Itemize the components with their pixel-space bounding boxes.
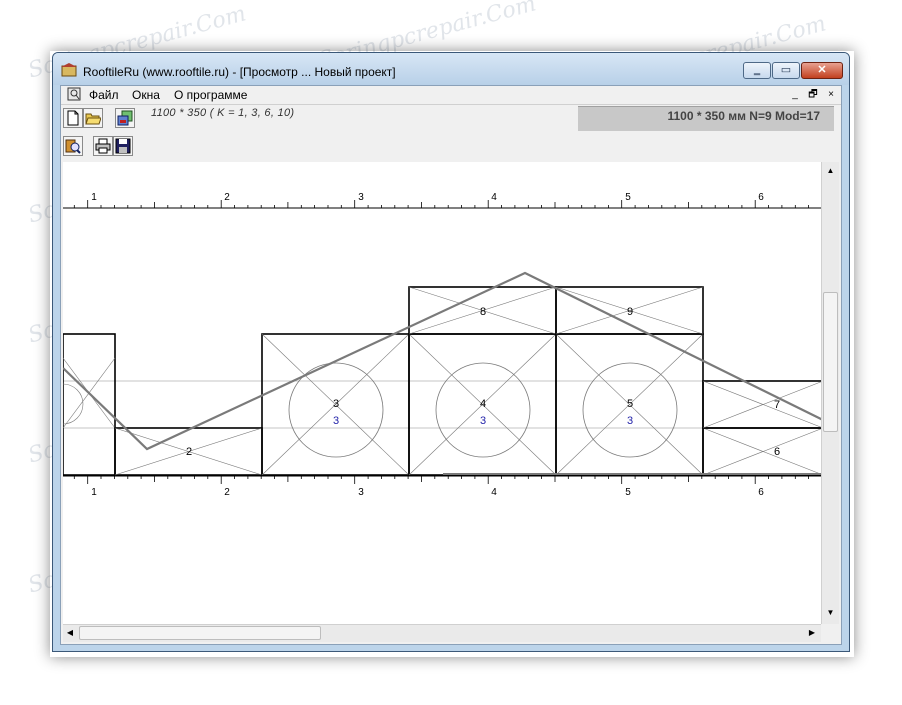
- tile-4: 4 3: [408, 333, 557, 476]
- ruler-label: 2: [224, 487, 230, 498]
- status-text: 1100 * 350 мм N=9 Mod=17: [667, 109, 820, 123]
- tile-count: 3: [333, 415, 339, 427]
- export-icon: [117, 110, 133, 126]
- tile-number: 9: [627, 306, 633, 318]
- open-folder-icon: [85, 113, 101, 125]
- bottom-ruler: 1 2 3 4 5 6: [60, 475, 821, 498]
- top-ruler: 1 2 3 4 5 6: [60, 192, 821, 209]
- mdi-restore-button[interactable]: 🗗: [805, 88, 821, 103]
- roof-outline: [62, 271, 824, 451]
- tile-number: 3: [333, 398, 339, 410]
- tile-number: 6: [774, 446, 780, 458]
- ruler-label: 5: [625, 487, 631, 498]
- tile-7: 7: [702, 380, 824, 429]
- scroll-right-arrow-icon[interactable]: ▶: [805, 626, 819, 640]
- tile-number: 7: [774, 399, 780, 411]
- tile-3: 3 3: [261, 333, 410, 476]
- tile-count: 3: [627, 415, 633, 427]
- title-bar[interactable]: RooftileRu (www.rooftile.ru) - [Просмотр…: [53, 53, 849, 85]
- guide-lines: [63, 380, 821, 429]
- mdi-minimize-button[interactable]: _: [787, 88, 803, 103]
- close-button[interactable]: ✕: [801, 62, 843, 79]
- vertical-scroll-thumb[interactable]: [823, 292, 838, 432]
- floppy-disk-icon: [115, 138, 131, 154]
- app-icon: [61, 63, 77, 77]
- print-button[interactable]: [93, 136, 113, 156]
- ruler-label: 6: [758, 487, 764, 498]
- preview-icon: [65, 139, 81, 154]
- tile-count: 3: [480, 415, 486, 427]
- tile-6: 6: [702, 427, 824, 476]
- drawing-canvas[interactable]: 1 2 3 4 5 6 1 2 3 4 5 6 2 3 3 4 3 5 3 6 …: [42, 162, 824, 624]
- new-file-icon: [67, 110, 79, 126]
- window-title: RooftileRu (www.rooftile.ru) - [Просмотр…: [83, 65, 396, 79]
- ruler-label: 2: [224, 192, 230, 203]
- ruler-label: 4: [491, 487, 497, 498]
- ruler-label: 4: [491, 192, 497, 203]
- export-button[interactable]: [115, 108, 135, 128]
- ruler-label: 1: [91, 487, 97, 498]
- printer-icon: [95, 138, 111, 154]
- scroll-up-arrow-icon[interactable]: ▲: [823, 164, 838, 178]
- tile-number: 8: [480, 306, 486, 318]
- tile-2: 2: [114, 427, 263, 476]
- menu-about[interactable]: О программе: [174, 88, 247, 102]
- tile-9: 9: [555, 286, 704, 335]
- main-toolbar: 1100 * 350 ( K = 1, 3, 6, 10) 1100 * 350…: [61, 104, 841, 132]
- view-toolbar: [61, 132, 841, 162]
- horizontal-scroll-thumb[interactable]: [79, 626, 321, 640]
- tile-number: 5: [627, 398, 633, 410]
- ruler-label: 3: [358, 487, 364, 498]
- maximize-button[interactable]: ▭: [772, 62, 800, 79]
- roof-drawing: 1 2 3 4 5 6 1 2 3 4 5 6 2 3 3 4 3 5 3 6 …: [42, 192, 824, 498]
- size-label: 1100 * 350 ( K = 1, 3, 6, 10): [151, 107, 295, 119]
- preview-button[interactable]: [63, 136, 83, 156]
- menu-file[interactable]: Файл: [89, 88, 119, 102]
- scroll-left-arrow-icon[interactable]: ◀: [63, 626, 77, 640]
- tile-8: 8: [408, 286, 557, 335]
- save-button[interactable]: [113, 136, 133, 156]
- minimize-button[interactable]: ‗: [743, 62, 771, 79]
- app-window: RooftileRu (www.rooftile.ru) - [Просмотр…: [42, 52, 850, 652]
- tile-number: 2: [186, 446, 192, 458]
- horizontal-scrollbar[interactable]: ◀ ▶: [63, 624, 821, 642]
- scroll-down-arrow-icon[interactable]: ▼: [823, 606, 838, 620]
- tile-5: 5 3: [555, 333, 704, 476]
- document-icon[interactable]: [67, 87, 81, 101]
- menu-bar: Файл Окна О программе _ 🗗 ×: [61, 86, 841, 104]
- ruler-label: 6: [758, 192, 764, 203]
- new-file-button[interactable]: [63, 108, 83, 128]
- open-file-button[interactable]: [83, 108, 103, 128]
- mdi-close-button[interactable]: ×: [823, 88, 839, 103]
- ruler-label: 3: [358, 192, 364, 203]
- vertical-scrollbar[interactable]: ▲ ▼: [821, 162, 839, 624]
- client-area: Файл Окна О программе _ 🗗 × 1100 * 350 (…: [42, 85, 842, 645]
- ruler-label: 5: [625, 192, 631, 203]
- ruler-label: 1: [91, 192, 97, 203]
- menu-windows[interactable]: Окна: [132, 88, 160, 102]
- tile-1: [42, 333, 116, 476]
- status-panel: 1100 * 350 мм N=9 Mod=17: [578, 106, 834, 131]
- tile-number: 4: [480, 398, 486, 410]
